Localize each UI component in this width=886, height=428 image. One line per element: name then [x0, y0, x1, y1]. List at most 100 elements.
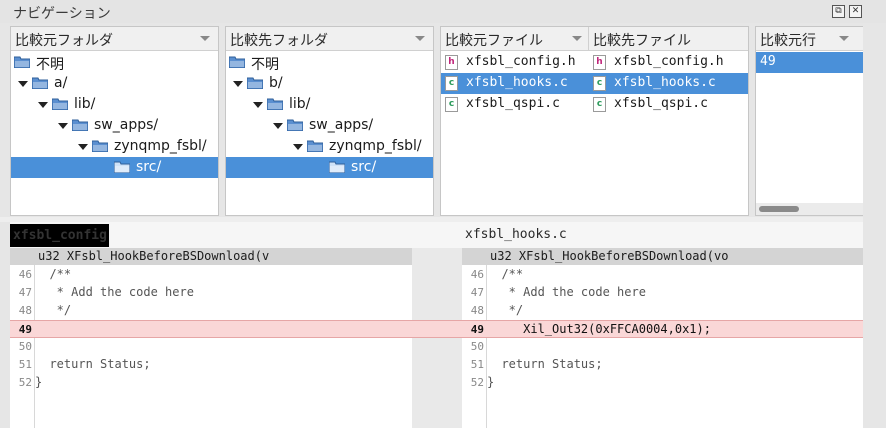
tree-item[interactable]: src/ — [226, 157, 433, 178]
restore-icon[interactable]: ⧉ — [832, 5, 845, 18]
code-line[interactable]: 46 /** — [10, 266, 412, 284]
target-file-item[interactable]: c xfsbl_qspi.c — [589, 94, 748, 115]
folder-icon — [31, 77, 49, 90]
c-file-icon: c — [445, 97, 458, 112]
close-icon[interactable]: ✕ — [849, 5, 862, 18]
tree-item-label: lib/ — [289, 96, 311, 112]
expand-triangle-icon[interactable] — [293, 144, 303, 150]
expand-triangle-icon[interactable] — [38, 102, 48, 108]
code-line[interactable]: 51 return Status; — [10, 356, 412, 374]
code-line[interactable]: 52} — [10, 374, 412, 392]
folder-icon — [91, 140, 109, 153]
code-line[interactable]: 51 return Status; — [462, 356, 863, 374]
line-number: 46 — [18, 268, 32, 281]
tree-item-label: a/ — [54, 75, 68, 91]
tree-item-label: zynqmp_fsbl/ — [329, 138, 422, 154]
column-separator[interactable] — [588, 27, 589, 51]
changed-code-line[interactable]: 49 — [10, 320, 412, 338]
code-line[interactable]: 48 */ — [462, 302, 863, 320]
sort-arrow-icon — [839, 36, 849, 41]
source-file-item[interactable]: c xfsbl_hooks.c — [441, 73, 589, 94]
target-file-header[interactable]: 比較先ファイル — [593, 30, 691, 50]
right-function-header-text: u32 XFsbl_HookBeforeBSDownload(vo — [490, 249, 729, 263]
tree-item[interactable]: 不明 — [11, 52, 218, 73]
code-text: */ — [487, 303, 524, 317]
left-code-pane[interactable]: u32 XFsbl_HookBeforeBSDownload(v 46 /** 4… — [10, 248, 412, 428]
code-line[interactable]: 46 /** — [462, 266, 863, 284]
side-panel — [863, 217, 886, 428]
code-line[interactable]: 47 * Add the code here — [10, 284, 412, 302]
line-number: 49 — [760, 54, 776, 69]
right-file-tab[interactable]: xfsbl_hooks.c — [465, 227, 567, 242]
tree-item-label: b/ — [269, 75, 283, 91]
code-text: Xil_Out32(0xFFCA0004,0x1); — [487, 322, 711, 336]
code-line[interactable]: 52} — [462, 374, 863, 392]
tree-item[interactable]: 不明 — [226, 52, 433, 73]
code-line[interactable]: 47 * Add the code here — [462, 284, 863, 302]
folder-icon — [51, 98, 69, 111]
expand-triangle-icon[interactable] — [18, 81, 28, 87]
code-text: } — [487, 375, 495, 389]
horizontal-scrollbar[interactable] — [756, 203, 863, 215]
sort-arrow-icon — [200, 36, 210, 41]
expand-triangle-icon[interactable] — [233, 81, 243, 87]
expand-triangle-icon[interactable] — [253, 102, 263, 108]
source-file-item[interactable]: h xfsbl_config.h — [441, 52, 589, 73]
left-function-header: u32 XFsbl_HookBeforeBSDownload(v — [10, 248, 412, 265]
line-number: 50 — [18, 340, 32, 353]
tree-item[interactable]: lib/ — [11, 94, 218, 115]
file-name: xfsbl_qspi.c — [466, 96, 560, 111]
tree-item-label: 不明 — [251, 57, 279, 73]
line-number: 48 — [470, 304, 484, 317]
tree-item[interactable]: src/ — [11, 157, 218, 178]
file-name: xfsbl_config.h — [614, 54, 724, 69]
source-file-item[interactable]: c xfsbl_qspi.c — [441, 94, 589, 115]
code-line[interactable]: 48 */ — [10, 302, 412, 320]
target-folder-tree[interactable]: 比較先フォルダ 不明 b/lib/sw_apps/zynqmp_fsbl/src/ — [225, 26, 434, 216]
right-code-pane[interactable]: u32 XFsbl_HookBeforeBSDownload(vo 46 /**… — [462, 248, 863, 428]
tree-item[interactable]: b/ — [226, 73, 433, 94]
tree-item[interactable]: sw_apps/ — [226, 115, 433, 136]
target-file-item[interactable]: h xfsbl_config.h — [589, 52, 748, 73]
line-item[interactable]: 49 — [756, 52, 863, 73]
source-folder-tree[interactable]: 比較元フォルダ 不明 a/lib/sw_apps/zynqmp_fsbl/src/ — [10, 26, 219, 216]
file-list[interactable]: 比較元ファイル 比較先ファイル h xfsbl_config.h h xfsbl_co… — [440, 26, 749, 216]
code-text: return Status; — [35, 357, 151, 371]
tree-item[interactable]: a/ — [11, 73, 218, 94]
c-file-icon: c — [445, 76, 458, 91]
tree-item[interactable]: sw_apps/ — [11, 115, 218, 136]
code-line[interactable]: 50 — [10, 338, 412, 356]
line-list-header[interactable]: 比較元行 — [756, 27, 863, 51]
tree-item-label: 不明 — [36, 57, 64, 73]
file-name: xfsbl_hooks.c — [466, 75, 568, 90]
expand-triangle-icon[interactable] — [58, 123, 68, 129]
c-file-icon: c — [593, 97, 606, 112]
line-number: 51 — [18, 358, 32, 371]
scrollbar-thumb[interactable] — [759, 206, 799, 212]
target-file-item[interactable]: c xfsbl_hooks.c — [589, 73, 748, 94]
tree-item-label: src/ — [136, 159, 162, 175]
source-folder-header[interactable]: 比較元フォルダ — [11, 27, 218, 51]
tree-item[interactable]: zynqmp_fsbl/ — [226, 136, 433, 157]
expand-triangle-icon[interactable] — [78, 144, 88, 150]
code-text: * Add the code here — [487, 285, 646, 299]
expand-triangle-icon[interactable] — [273, 123, 283, 129]
folder-icon — [306, 140, 324, 153]
file-name: xfsbl_hooks.c — [614, 75, 716, 90]
left-file-tab[interactable]: xfsbl_config — [10, 224, 109, 247]
tree-item[interactable]: zynqmp_fsbl/ — [11, 136, 218, 157]
source-file-header[interactable]: 比較元ファイル — [445, 30, 543, 50]
code-line[interactable]: 50 — [462, 338, 863, 356]
folder-icon — [328, 161, 346, 174]
c-file-icon: c — [593, 76, 606, 91]
file-name: xfsbl_config.h — [466, 54, 576, 69]
diff-view: xfsbl_config xfsbl_hooks.c u32 XFsbl_Hoo… — [10, 222, 863, 428]
line-number: 52 — [470, 376, 484, 389]
changed-code-line[interactable]: 49 Xil_Out32(0xFFCA0004,0x1); — [462, 320, 863, 338]
target-folder-header[interactable]: 比較先フォルダ — [226, 27, 433, 51]
line-list[interactable]: 比較元行 49 — [755, 26, 863, 216]
sort-arrow-icon — [415, 36, 425, 41]
tree-item[interactable]: lib/ — [226, 94, 433, 115]
tree-item-label: sw_apps/ — [309, 117, 374, 133]
left-function-header-text: u32 XFsbl_HookBeforeBSDownload(v — [38, 249, 270, 263]
